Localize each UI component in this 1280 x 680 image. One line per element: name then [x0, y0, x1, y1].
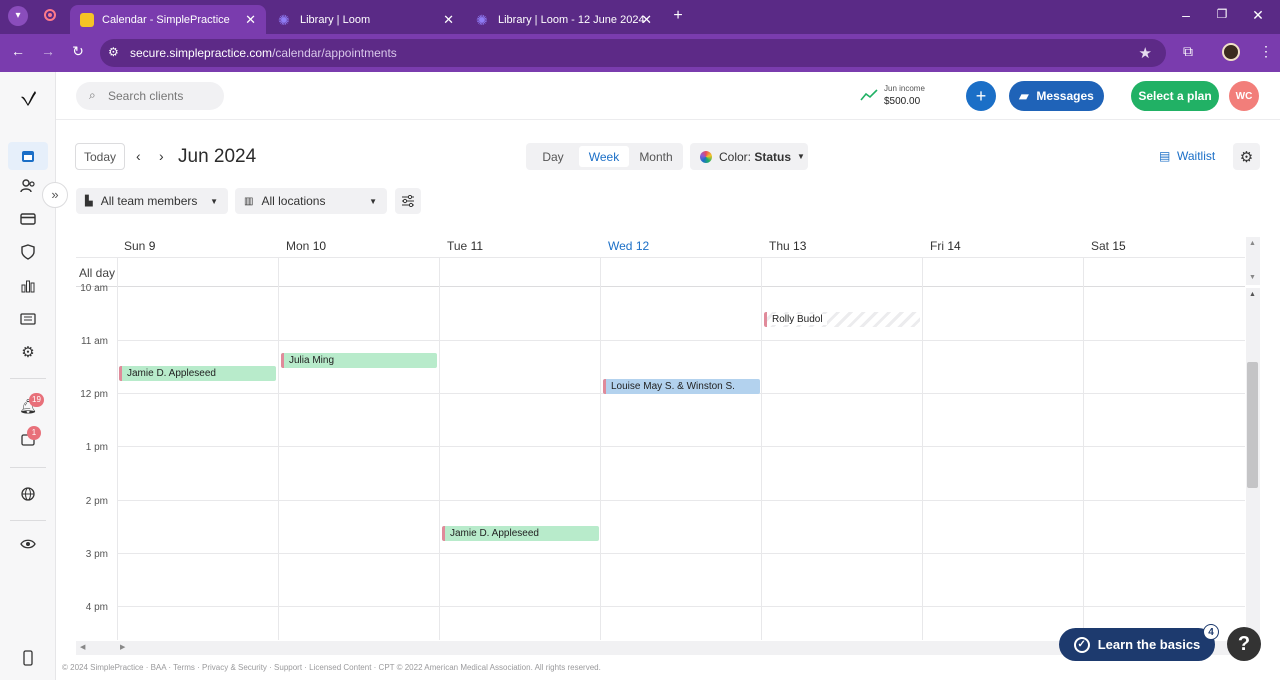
day-header-wed[interactable]: Wed 12: [608, 239, 649, 253]
column-divider: [922, 257, 923, 640]
appointment[interactable]: Louise May S. & Winston S.: [603, 379, 760, 394]
learn-the-basics-button[interactable]: ✓ Learn the basics: [1059, 628, 1215, 661]
hour-label-3pm: 3 pm: [85, 549, 108, 560]
vertical-scrollbar-thumb[interactable]: [1247, 362, 1258, 488]
column-divider: [761, 257, 762, 640]
hour-label-10am: 10 am: [80, 283, 108, 291]
hour-line: [117, 500, 1245, 501]
appointment[interactable]: Jamie D. Appleseed: [119, 366, 276, 381]
scroll-up-icon[interactable]: ▲: [1249, 291, 1256, 298]
hour-label-1pm: 1 pm: [85, 442, 108, 453]
learn-basics-label: Learn the basics: [1097, 637, 1201, 652]
appointment[interactable]: Julia Ming: [281, 353, 437, 368]
hour-label-11am: 11 am: [80, 336, 108, 347]
hour-line: [117, 446, 1245, 447]
help-button[interactable]: ?: [1227, 627, 1261, 661]
scroll-right-icon[interactable]: ▶: [120, 643, 125, 651]
all-day-top-line: [76, 257, 1245, 258]
learn-basics-count-badge: 4: [1203, 624, 1219, 640]
day-header-thu[interactable]: Thu 13: [769, 239, 806, 253]
footer-text: © 2024 SimplePractice · BAA · Terms · Pr…: [62, 663, 601, 672]
hour-line: [117, 553, 1245, 554]
column-divider: [600, 257, 601, 640]
all-day-bottom-line: [76, 286, 1245, 287]
hour-line: [117, 340, 1245, 341]
day-header-sun[interactable]: Sun 9: [124, 239, 155, 253]
hour-label-12pm: 12 pm: [80, 389, 108, 400]
hour-label-2pm: 2 pm: [85, 496, 108, 507]
all-day-label: All day: [79, 266, 116, 280]
column-divider: [117, 257, 118, 640]
column-divider: [439, 257, 440, 640]
check-circle-icon: ✓: [1073, 636, 1090, 653]
appointment[interactable]: Jamie D. Appleseed: [442, 526, 599, 541]
column-divider: [278, 257, 279, 640]
appointment[interactable]: Rolly Budol: [764, 312, 920, 327]
hour-label-4pm: 4 pm: [85, 602, 108, 613]
hour-line: [117, 606, 1245, 607]
scroll-up-icon[interactable]: ▲: [1249, 240, 1256, 247]
day-header-fri[interactable]: Fri 14: [930, 239, 961, 253]
scroll-down-icon[interactable]: ▼: [1249, 274, 1256, 281]
week-calendar: Sun 9 Mon 10 Tue 11 Wed 12 Thu 13 Fri 14…: [0, 0, 1280, 680]
day-header-tue[interactable]: Tue 11: [447, 239, 483, 253]
scroll-left-icon[interactable]: ◀: [80, 643, 85, 651]
day-header-sat[interactable]: Sat 15: [1091, 239, 1126, 253]
day-header-mon[interactable]: Mon 10: [286, 239, 326, 253]
column-divider: [1083, 257, 1084, 640]
